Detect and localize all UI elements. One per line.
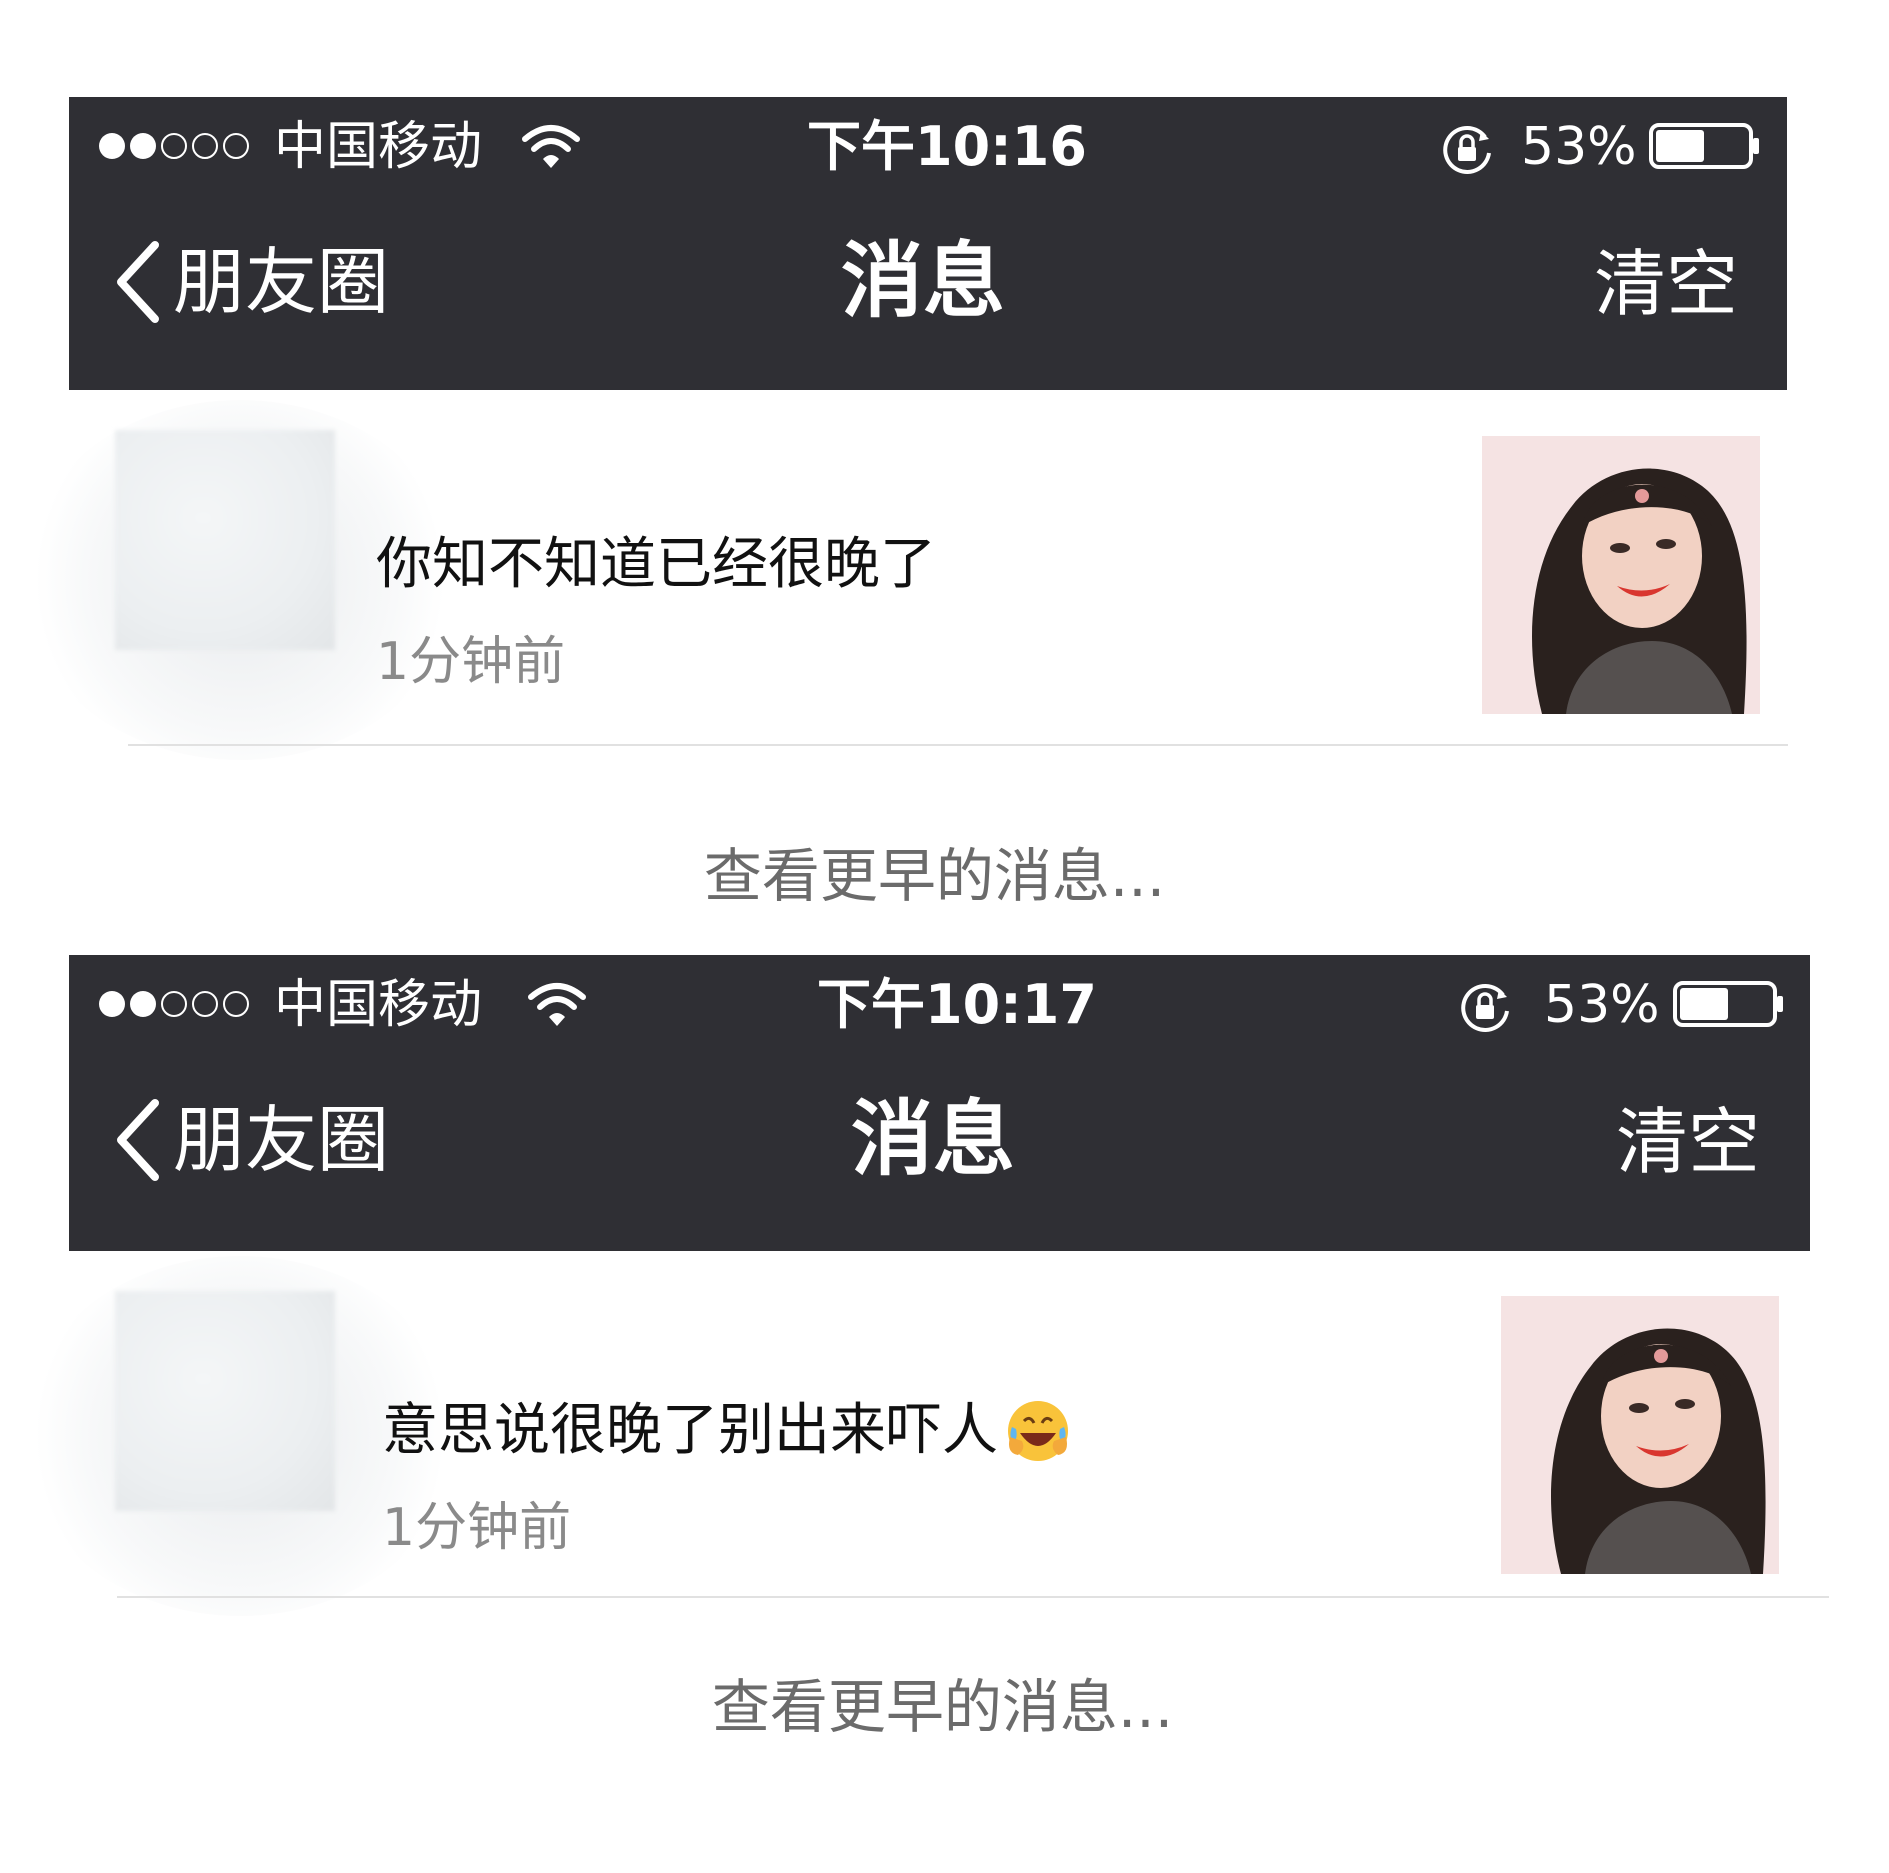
battery-icon	[1673, 981, 1783, 1027]
status-time: 下午10:16	[807, 115, 1087, 178]
chevron-left-icon	[117, 241, 159, 323]
signal-dot	[161, 133, 187, 159]
status-time: 下午10:17	[817, 973, 1097, 1036]
status-bar: 中国移动 下午10:16 53%	[69, 97, 1787, 197]
signal-dot	[130, 991, 156, 1017]
signal-dot	[192, 991, 218, 1017]
wifi-icon	[528, 983, 586, 1026]
wifi-icon	[522, 125, 580, 168]
screenshot-panel-1: 中国移动 下午10:16 53% 朋友圈 消息 清空 你知不知道已经很晚了 1分…	[0, 0, 1889, 936]
signal-dot	[161, 991, 187, 1017]
orientation-lock-icon	[1461, 984, 1509, 1032]
chevron-left-icon	[117, 1099, 159, 1181]
nav-bar: 朋友圈 消息 清空	[69, 197, 1787, 390]
post-thumbnail[interactable]	[1482, 436, 1760, 714]
notification-message: 你知不知道已经很晚了	[376, 530, 936, 600]
signal-dot	[99, 133, 125, 159]
signal-dot	[130, 133, 156, 159]
header: 中国移动 下午10:17 53% 朋友圈 消息 清空	[69, 955, 1810, 1251]
clear-button[interactable]: 清空	[1594, 239, 1738, 329]
clear-button[interactable]: 清空	[1616, 1097, 1760, 1187]
status-bar: 中国移动 下午10:17 53%	[69, 955, 1810, 1055]
signal-dot	[223, 991, 249, 1017]
message-text: 意思说很晚了别出来吓人	[382, 1398, 998, 1463]
view-earlier-link[interactable]: 查看更早的消息...	[0, 1671, 1887, 1743]
back-button[interactable]: 朋友圈	[113, 237, 389, 327]
battery-icon	[1649, 123, 1759, 169]
header: 中国移动 下午10:16 53% 朋友圈 消息 清空	[69, 97, 1787, 390]
back-label: 朋友圈	[173, 1098, 390, 1182]
sender-avatar[interactable]	[115, 1291, 335, 1511]
carrier-name: 中国移动	[274, 117, 483, 177]
signal-strength-icon	[99, 133, 249, 159]
screenshot-panel-2: 中国移动 下午10:17 53% 朋友圈 消息 清空 意思说很晚了别出来吓人 1…	[0, 936, 1889, 1872]
divider	[117, 1596, 1829, 1598]
battery-percent: 53%	[1521, 117, 1637, 177]
signal-dot	[99, 991, 125, 1017]
signal-dot	[192, 133, 218, 159]
message-text: 你知不知道已经很晚了	[376, 532, 936, 597]
notification-message: 意思说很晚了别出来吓人	[382, 1396, 1072, 1466]
notification-item[interactable]: 意思说很晚了别出来吓人 1分钟前	[0, 1251, 1889, 1616]
carrier-name: 中国移动	[274, 975, 483, 1035]
divider	[128, 744, 1788, 746]
post-thumbnail[interactable]	[1501, 1296, 1779, 1574]
notification-time: 1分钟前	[382, 1498, 572, 1558]
laughing-crying-emoji-icon	[1008, 1401, 1068, 1461]
orientation-lock-icon	[1443, 126, 1491, 174]
notification-item[interactable]: 你知不知道已经很晚了 1分钟前	[0, 390, 1889, 760]
signal-dot	[223, 133, 249, 159]
nav-bar: 朋友圈 消息 清空	[69, 1055, 1810, 1248]
back-button[interactable]: 朋友圈	[113, 1095, 389, 1185]
sender-avatar[interactable]	[115, 430, 335, 650]
battery-percent: 53%	[1544, 975, 1660, 1035]
back-label: 朋友圈	[173, 240, 390, 324]
page-title: 消息	[851, 1092, 1016, 1187]
notification-time: 1分钟前	[376, 632, 566, 692]
page-title: 消息	[841, 234, 1006, 329]
signal-strength-icon	[99, 991, 249, 1017]
view-earlier-link[interactable]: 查看更早的消息...	[0, 840, 1879, 912]
